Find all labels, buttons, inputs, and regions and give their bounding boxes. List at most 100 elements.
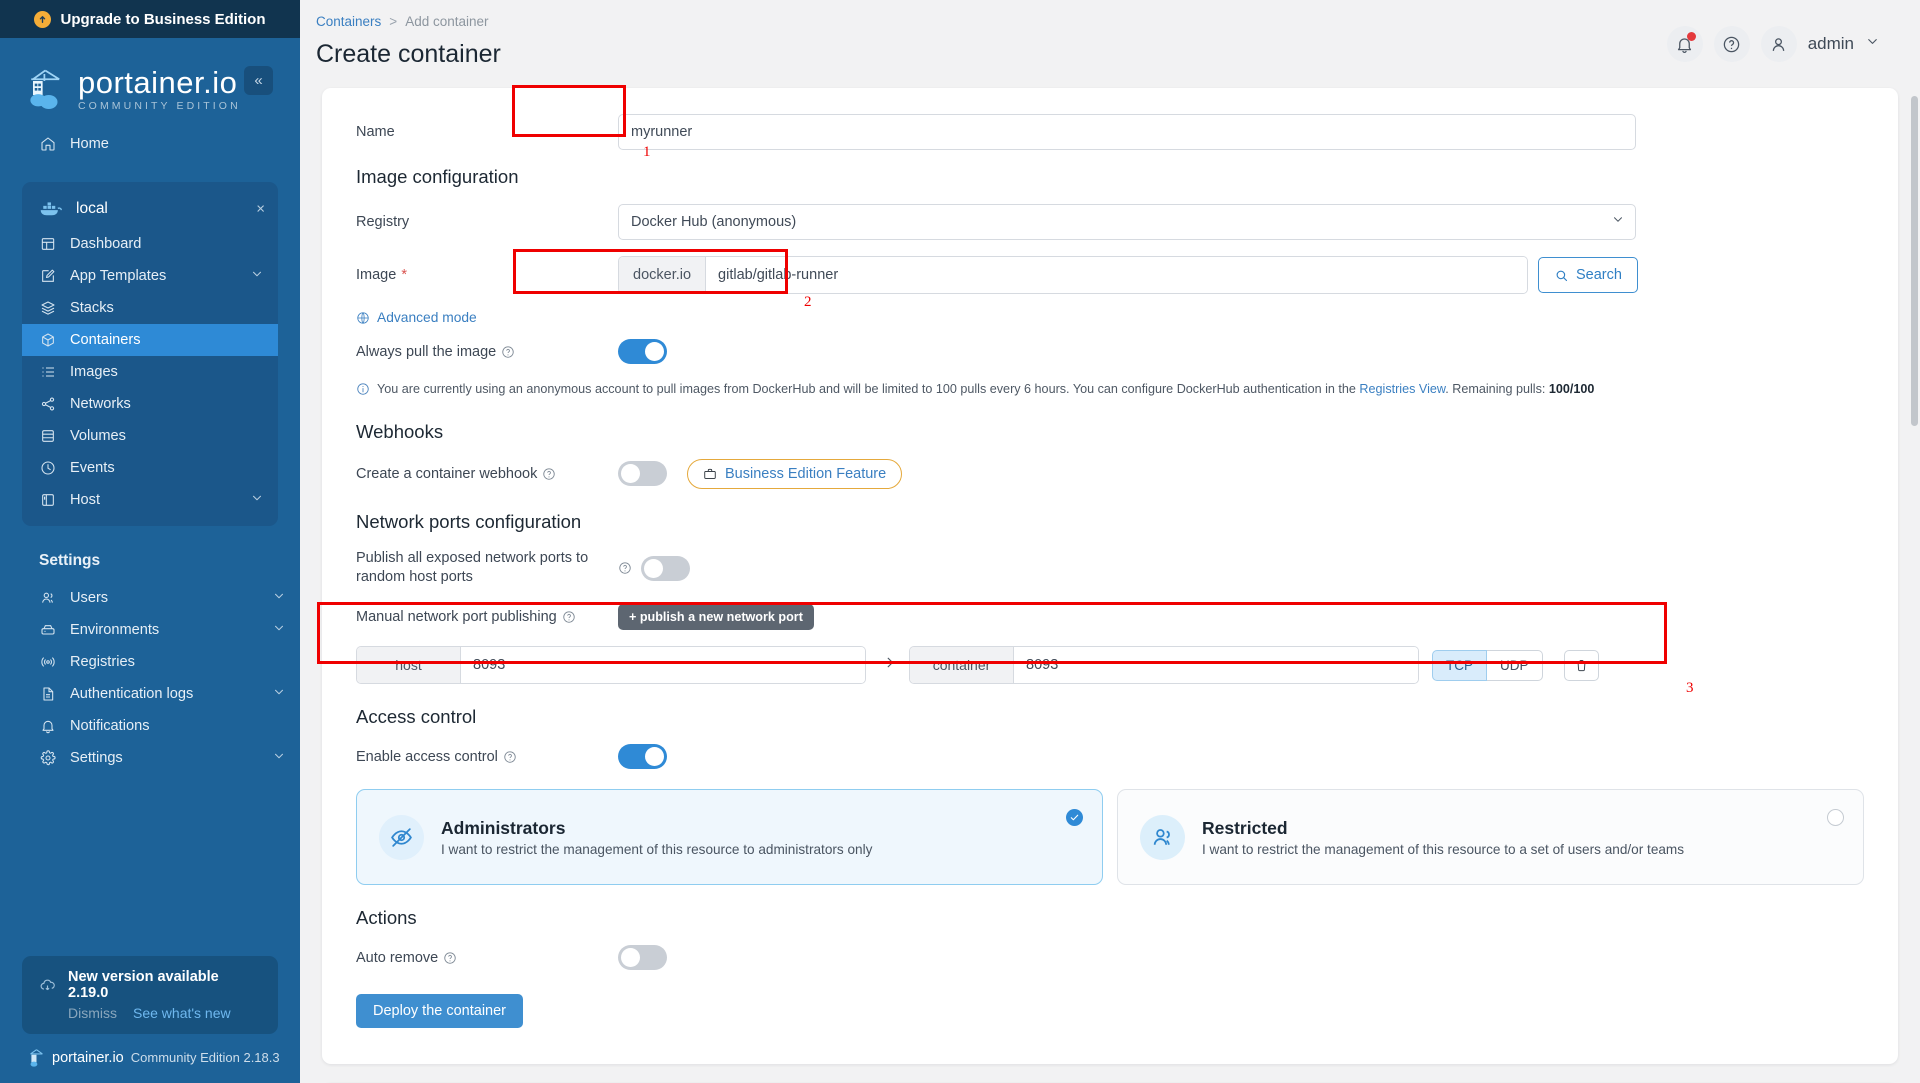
business-edition-badge-label: Business Edition Feature xyxy=(725,465,887,482)
environments-icon xyxy=(39,622,56,639)
advanced-mode-link[interactable]: Advanced mode xyxy=(356,310,1864,325)
help-icon[interactable] xyxy=(542,467,556,481)
sidebar-item-host[interactable]: Host xyxy=(22,484,278,516)
sidebar-item-dashboard[interactable]: Dashboard xyxy=(22,228,278,260)
image-input-group: docker.io Search xyxy=(618,256,1638,294)
close-environment-icon[interactable]: × xyxy=(256,202,265,217)
chevron-down-icon[interactable] xyxy=(250,491,264,509)
user-avatar[interactable] xyxy=(1760,26,1797,62)
remaining-pulls-value: 100/100 xyxy=(1548,382,1595,396)
create-webhook-toggle[interactable] xyxy=(618,461,667,487)
sidebar-item-images[interactable]: Images xyxy=(22,356,278,388)
notifications-button[interactable] xyxy=(1666,26,1703,62)
sidebar-item-containers[interactable]: Containers xyxy=(22,324,278,356)
help-icon[interactable] xyxy=(562,610,576,624)
sidebar-item-authentication-logs[interactable]: Authentication logs xyxy=(0,678,300,710)
host-port-input[interactable] xyxy=(461,647,865,684)
name-label: Name xyxy=(356,124,395,140)
protocol-udp-button[interactable]: UDP xyxy=(1487,649,1543,681)
sidebar-item-label: Volumes xyxy=(70,428,126,444)
person-icon xyxy=(1772,37,1785,51)
breadcrumb-containers[interactable]: Containers xyxy=(316,14,381,29)
sidebar-item-settings[interactable]: Settings xyxy=(0,742,300,774)
access-option-administrators-radio[interactable] xyxy=(1066,809,1083,827)
environment-selector[interactable]: local × xyxy=(22,190,278,228)
page-scrollbar[interactable] xyxy=(1911,96,1918,426)
access-option-restricted-radio[interactable] xyxy=(1827,809,1844,827)
image-search-button[interactable]: Search xyxy=(1538,257,1638,293)
environment-name: local xyxy=(76,200,108,217)
registry-select[interactable]: Docker Hub (anonymous) xyxy=(618,204,1636,240)
protocol-toggle-group: TCP UDP xyxy=(1432,649,1543,681)
image-name-input[interactable] xyxy=(706,257,1527,293)
sidebar-item-users[interactable]: Users xyxy=(0,582,300,614)
toggle-knob xyxy=(644,558,663,578)
stacks-icon xyxy=(39,300,56,317)
registries-view-link[interactable]: Registries View xyxy=(1359,382,1445,396)
chevron-down-icon[interactable] xyxy=(272,589,286,607)
protocol-tcp-button[interactable]: TCP xyxy=(1432,649,1487,681)
access-option-administrators[interactable]: Administrators I want to restrict the ma… xyxy=(356,789,1103,886)
publish-new-network-port-button[interactable]: + publish a new network port xyxy=(618,604,814,631)
images-icon xyxy=(39,364,56,381)
sidebar-item-stacks[interactable]: Stacks xyxy=(22,292,278,324)
sidebar-item-registries[interactable]: Registries xyxy=(0,646,300,678)
new-version-title: New version available 2.19.0 xyxy=(68,969,219,1001)
sidebar-item-app-templates[interactable]: App Templates xyxy=(22,260,278,292)
sidebar-item-label: Networks xyxy=(70,396,131,412)
registry-label: Registry xyxy=(356,214,410,230)
manual-publishing-row: Manual network port publishing + publish… xyxy=(356,604,1864,631)
chevron-down-icon[interactable] xyxy=(272,621,286,639)
container-port-input[interactable] xyxy=(1014,647,1418,684)
user-menu-chevron-down-icon[interactable] xyxy=(1865,34,1880,54)
enable-access-control-toggle[interactable] xyxy=(618,744,667,770)
publish-all-row: Publish all exposed network ports to ran… xyxy=(356,549,1864,588)
always-pull-toggle[interactable] xyxy=(618,339,667,364)
sidebar-item-events[interactable]: Events xyxy=(22,452,278,484)
sidebar-item-label: Registries xyxy=(70,654,135,670)
logo-title: portainer.io xyxy=(78,64,238,100)
eye-off-icon xyxy=(379,814,424,860)
app-root: Upgrade to Business Edition portainer.io xyxy=(0,0,1920,1083)
chevron-down-icon[interactable] xyxy=(272,749,286,767)
always-pull-row: Always pull the image xyxy=(356,339,1864,364)
publish-all-line1: Publish all exposed network ports to xyxy=(356,549,589,566)
user-name-label[interactable]: admin xyxy=(1808,34,1854,54)
business-edition-feature-badge[interactable]: Business Edition Feature xyxy=(687,458,903,489)
whats-new-link[interactable]: See what's new xyxy=(133,1005,231,1021)
sidebar-item-environments[interactable]: Environments xyxy=(0,614,300,646)
network-ports-title: Network ports configuration xyxy=(356,510,582,532)
access-option-administrators-title: Administrators xyxy=(441,817,566,838)
help-button[interactable] xyxy=(1713,26,1750,62)
new-version-actions: Dismiss See what's new xyxy=(39,1005,263,1021)
upgrade-to-business-edition-banner[interactable]: Upgrade to Business Edition xyxy=(0,0,300,38)
sidebar-footer-edition: Community Edition 2.18.3 xyxy=(130,1050,280,1065)
users-icon xyxy=(39,590,56,607)
auto-remove-toggle[interactable] xyxy=(618,945,667,971)
access-option-restricted[interactable]: Restricted I want to restrict the manage… xyxy=(1117,789,1864,886)
publish-all-ports-toggle[interactable] xyxy=(641,555,690,581)
sidebar-item-volumes[interactable]: Volumes xyxy=(22,420,278,452)
help-icon[interactable] xyxy=(501,345,515,359)
deploy-the-container-button[interactable]: Deploy the container xyxy=(356,994,523,1029)
access-option-restricted-desc: I want to restrict the management of thi… xyxy=(1202,841,1685,857)
remove-port-mapping-button[interactable] xyxy=(1563,649,1599,681)
dismiss-version-link[interactable]: Dismiss xyxy=(68,1005,117,1021)
help-icon[interactable] xyxy=(618,561,632,575)
settings-group-label: Settings xyxy=(39,552,101,569)
sidebar-item-home[interactable]: Home xyxy=(0,128,300,160)
globe-icon xyxy=(357,311,369,324)
help-icon[interactable] xyxy=(503,750,517,764)
sidebar-item-networks[interactable]: Networks xyxy=(22,388,278,420)
container-name-input[interactable] xyxy=(618,114,1636,150)
sidebar-item-notifications[interactable]: Notifications xyxy=(0,710,300,742)
collapse-sidebar-button[interactable]: « xyxy=(244,66,273,95)
sidebar-item-label: Images xyxy=(70,364,118,380)
main-content: Containers > Add container Create contai… xyxy=(300,0,1920,1083)
chevron-down-icon[interactable] xyxy=(272,685,286,703)
portainer-logo[interactable]: portainer.io COMMUNITY EDITION « xyxy=(0,38,300,118)
registry-select-wrapper: Docker Hub (anonymous) xyxy=(618,204,1636,240)
chevron-down-icon[interactable] xyxy=(250,267,264,285)
help-icon[interactable] xyxy=(443,951,457,965)
actions-title: Actions xyxy=(356,907,417,929)
